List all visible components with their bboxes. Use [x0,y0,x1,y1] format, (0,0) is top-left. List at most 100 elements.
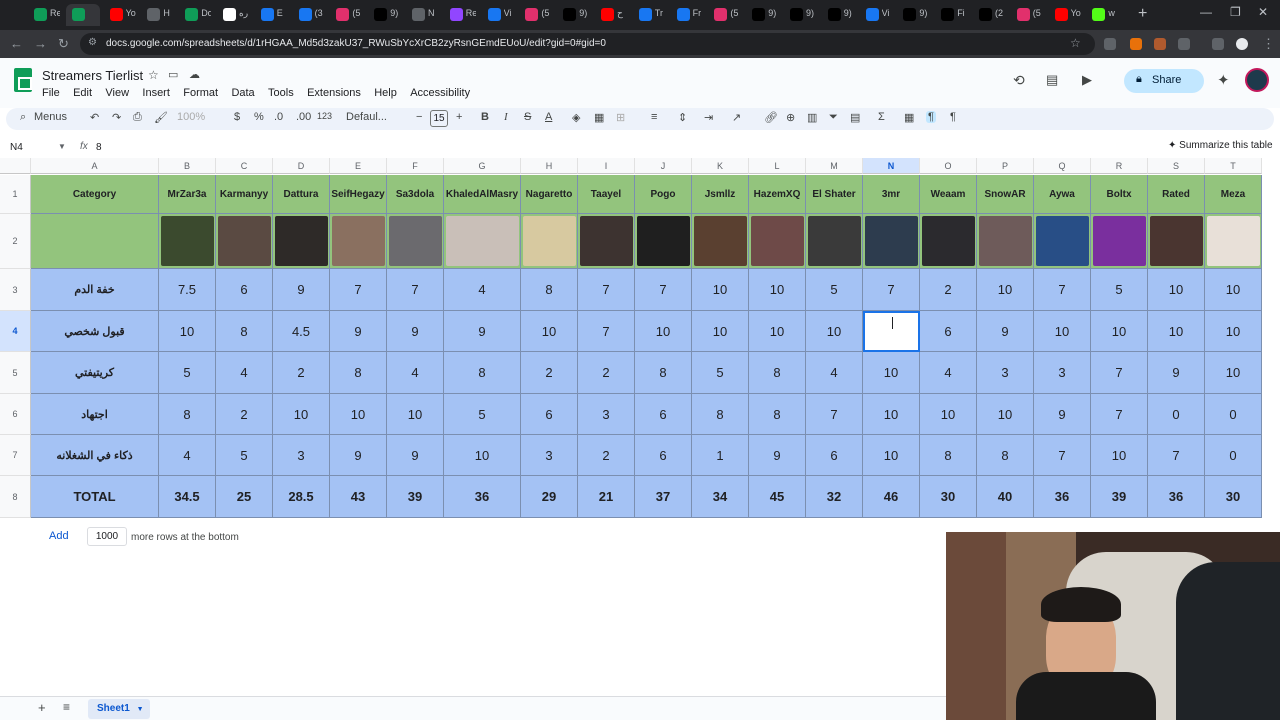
score-cell[interactable]: 6 [920,311,977,352]
rows-count-input[interactable]: 1000 [87,527,127,546]
more-menu-icon[interactable]: ⋮ [1262,36,1275,52]
row-header[interactable]: 8 [0,476,31,518]
summarize-table-button[interactable]: ✦ Summarize this table [1168,140,1273,151]
total-label[interactable]: TOTAL [31,476,159,518]
row-header[interactable]: 5 [0,352,31,394]
score-cell[interactable]: 0 [1205,435,1262,476]
browser-tab[interactable]: 9) [557,4,587,26]
score-cell[interactable]: 8 [444,352,521,394]
score-cell[interactable]: 10 [863,352,920,394]
score-cell[interactable]: 9 [977,311,1034,352]
score-cell[interactable]: 5 [444,394,521,435]
row-header[interactable]: 6 [0,394,31,435]
score-cell[interactable]: 9 [387,435,444,476]
score-cell[interactable]: 2 [578,352,635,394]
score-cell[interactable]: 10 [635,311,692,352]
print-icon[interactable]: ⎙ [133,111,142,124]
score-cell[interactable]: 2 [920,269,977,311]
score-cell[interactable]: 8 [159,394,216,435]
total-cell[interactable]: 39 [387,476,444,518]
score-cell[interactable]: 9 [444,311,521,352]
browser-tab[interactable]: (3 [293,4,323,26]
score-cell[interactable]: 4 [806,352,863,394]
extension-icon[interactable] [1130,38,1142,50]
total-cell[interactable]: 28.5 [273,476,330,518]
share-button[interactable]: 🔒︎ Share [1124,69,1204,93]
row-header[interactable]: 4 [0,311,31,352]
browser-tab[interactable]: Fi [935,4,965,26]
menu-help[interactable]: Help [374,87,397,99]
score-cell[interactable]: 7 [863,269,920,311]
score-cell[interactable]: 7 [578,311,635,352]
score-cell[interactable]: 9 [1148,352,1205,394]
column-header[interactable]: J [635,158,692,174]
score-cell[interactable]: 10 [863,394,920,435]
column-header[interactable]: R [1091,158,1148,174]
currency-button[interactable]: $ [234,111,240,123]
browser-tab[interactable]: w [1086,4,1116,26]
score-cell[interactable]: 7 [1091,394,1148,435]
menu-data[interactable]: Data [231,87,254,99]
score-cell[interactable]: 10 [330,394,387,435]
row-header[interactable]: 2 [0,214,31,269]
column-header[interactable]: M [806,158,863,174]
row-header[interactable]: 1 [0,175,31,214]
row-header[interactable]: 7 [0,435,31,476]
row-header[interactable]: 3 [0,269,31,311]
browser-tab[interactable]: Vi [482,4,512,26]
borders-icon[interactable]: ▦ [594,111,604,124]
score-cell[interactable]: 7 [387,269,444,311]
italic-button[interactable]: I [504,111,508,123]
browser-tab[interactable]: 9) [897,4,927,26]
score-cell[interactable]: 10 [1205,311,1262,352]
ltr-icon[interactable]: ¶ [950,111,956,123]
score-cell[interactable]: 8 [635,352,692,394]
zoom-select[interactable]: 100% [177,111,205,123]
browser-tab[interactable]: Do [179,4,211,26]
functions-icon[interactable]: Σ [878,111,885,123]
total-cell[interactable]: 36 [1148,476,1205,518]
score-cell[interactable]: 8 [521,269,578,311]
address-bar[interactable]: ⚙ docs.google.com/spreadsheets/d/1rHGAA_… [80,33,1095,55]
score-cell[interactable]: 3 [977,352,1034,394]
score-cell[interactable]: 10 [977,394,1034,435]
score-cell[interactable]: 4 [159,435,216,476]
text-wrapping-icon[interactable]: ⇥ [704,111,713,124]
score-cell[interactable]: 8 [692,394,749,435]
score-cell[interactable]: 8 [216,311,273,352]
score-cell[interactable]: 10 [273,394,330,435]
browser-tab[interactable]: N [406,4,436,26]
restore-icon[interactable]: ❐ [1230,5,1241,19]
menu-edit[interactable]: Edit [73,87,92,99]
total-cell[interactable]: 46 [863,476,920,518]
score-cell[interactable]: 10 [1148,311,1205,352]
filter-views-icon[interactable]: ▤ [850,111,860,124]
total-cell[interactable]: 37 [635,476,692,518]
menu-view[interactable]: View [105,87,129,99]
score-cell[interactable]: 4.5 [273,311,330,352]
all-sheets-icon[interactable]: ≡ [63,700,70,714]
score-cell[interactable]: 9 [387,311,444,352]
browser-tab[interactable]: (5 [330,4,360,26]
score-cell[interactable]: 9 [1034,394,1091,435]
browser-tab[interactable]: (2 [973,4,1003,26]
insert-comment-icon[interactable]: ⊕ [786,111,795,124]
merge-cells-icon[interactable]: ⊞ [616,111,625,124]
score-cell[interactable]: 10 [387,394,444,435]
score-cell[interactable]: 1 [692,435,749,476]
browser-tab[interactable]: H [141,4,171,26]
vertical-align-icon[interactable]: ⇕ [678,111,687,124]
score-cell[interactable]: 7 [635,269,692,311]
search-menus-icon[interactable]: ⌕ [20,111,26,124]
puzzle-icon[interactable] [1178,38,1190,50]
browser-tab[interactable]: (5 [708,4,738,26]
score-cell[interactable]: 9 [273,269,330,311]
bold-button[interactable]: B [481,111,489,123]
score-cell[interactable]: 5 [159,352,216,394]
browser-tab[interactable]: 9) [784,4,814,26]
column-header[interactable]: H [521,158,578,174]
score-cell[interactable]: 5 [692,352,749,394]
browser-tab[interactable]: ره [217,4,248,26]
column-header[interactable]: S [1148,158,1205,174]
score-cell[interactable]: 9 [330,311,387,352]
